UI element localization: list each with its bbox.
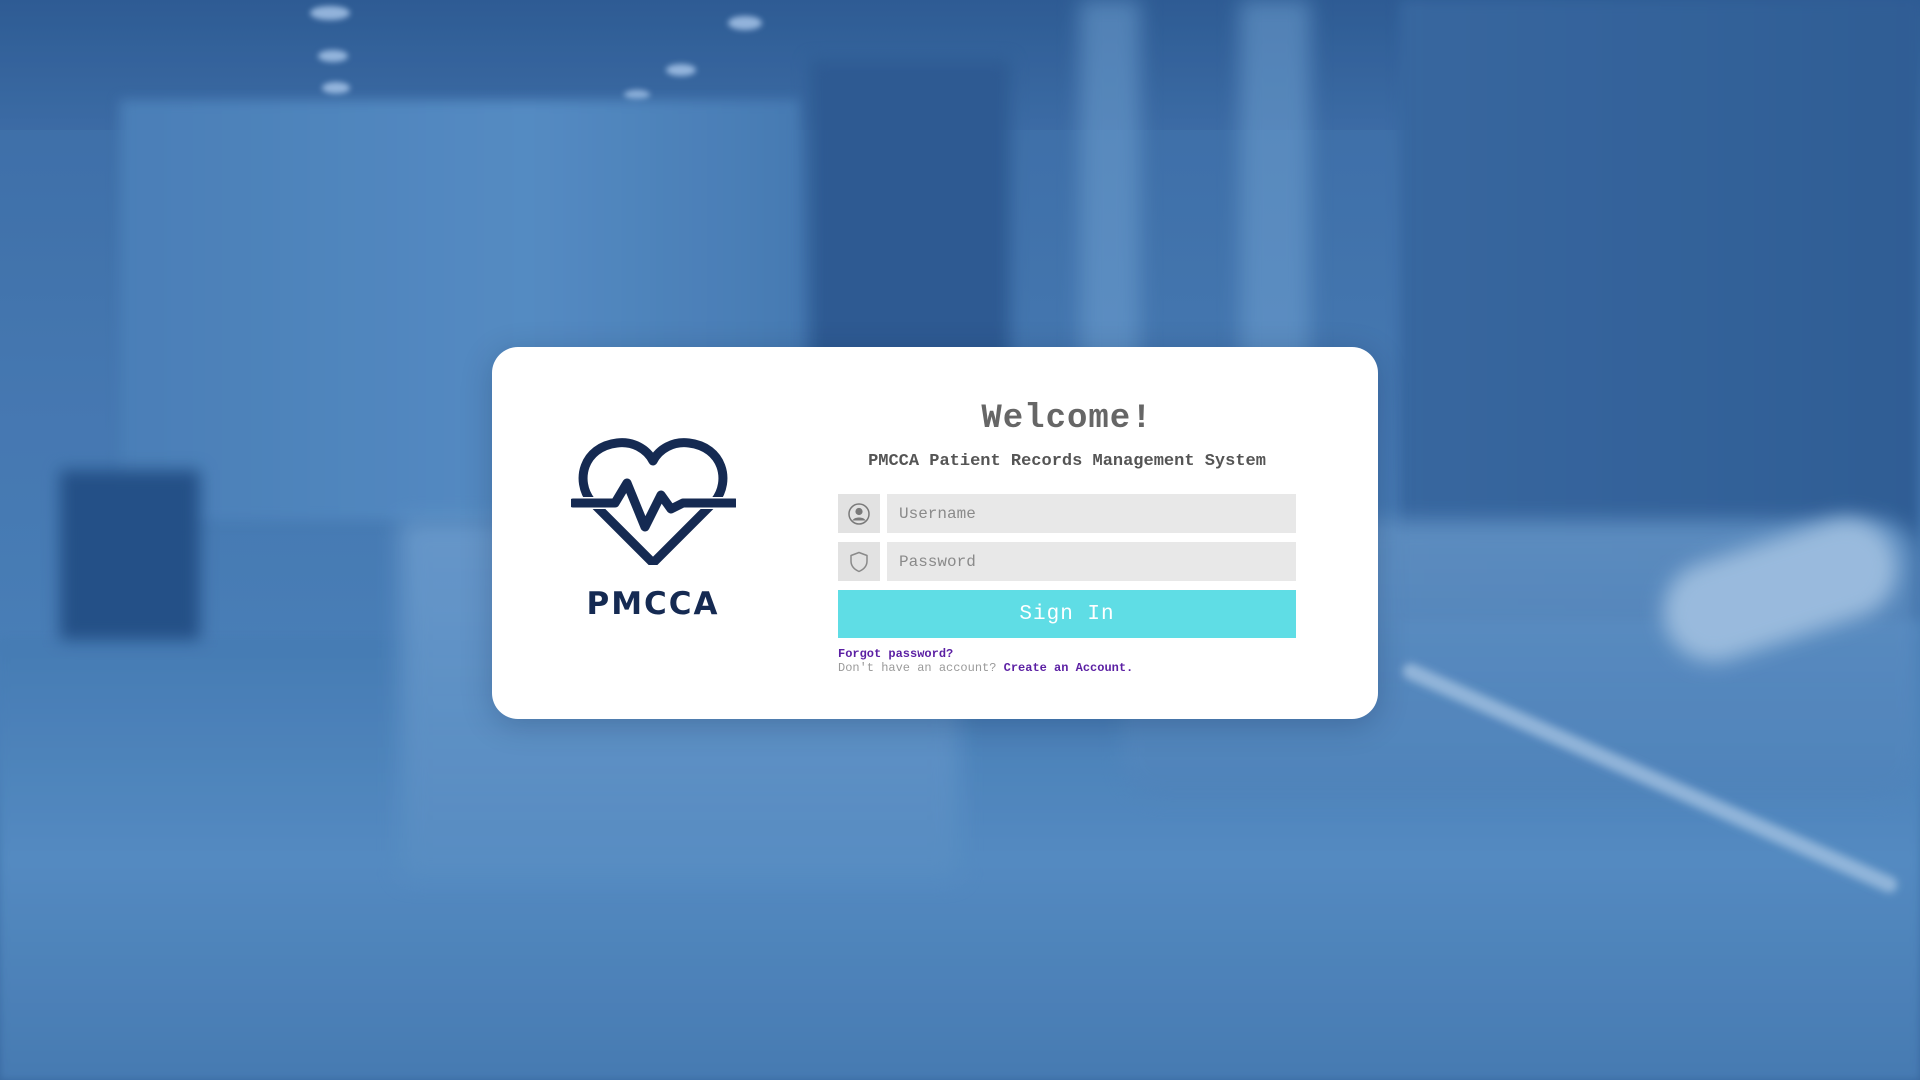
heart-pulse-icon — [570, 438, 736, 565]
password-input[interactable] — [887, 542, 1296, 581]
login-form: Welcome! PMCCA Patient Records Managemen… — [838, 399, 1296, 675]
brand-panel: PMCCA — [562, 437, 744, 622]
username-field — [838, 494, 1296, 533]
sign-in-button[interactable]: Sign In — [838, 590, 1296, 638]
username-input[interactable] — [887, 494, 1296, 533]
login-card: PMCCA Welcome! PMCCA Patient Records Man… — [492, 347, 1378, 719]
brand-name: PMCCA — [586, 586, 720, 622]
user-icon — [838, 494, 880, 533]
system-subtitle: PMCCA Patient Records Management System — [868, 452, 1266, 471]
password-field — [838, 542, 1296, 581]
welcome-title: Welcome! — [981, 400, 1153, 438]
account-links: Forgot password? Don't have an account? … — [838, 647, 1296, 675]
create-account-line: Don't have an account? Create an Account… — [838, 661, 1296, 675]
shield-icon — [838, 542, 880, 581]
no-account-text: Don't have an account? — [838, 661, 997, 675]
create-account-link[interactable]: Create an Account. — [1004, 661, 1134, 675]
forgot-password-link[interactable]: Forgot password? — [838, 647, 953, 661]
